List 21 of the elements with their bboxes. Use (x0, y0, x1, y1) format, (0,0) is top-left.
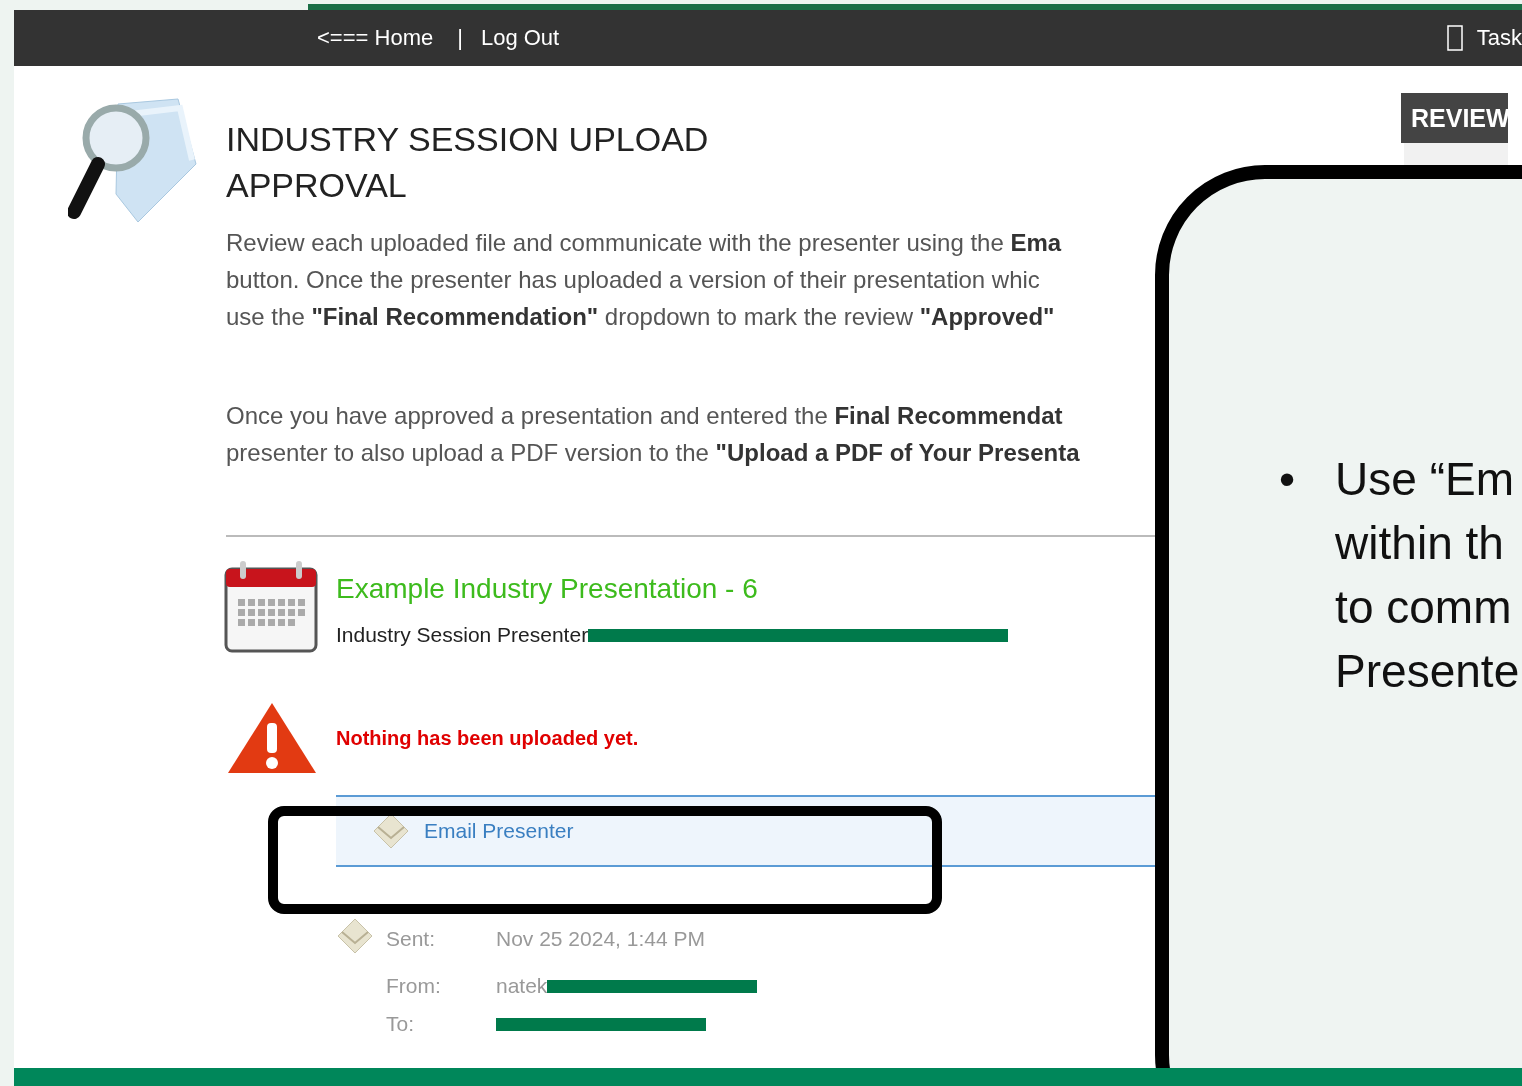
log-label: Sent: (386, 926, 437, 951)
status-message: Nothing has been uploaded yet. (336, 727, 639, 750)
bullet: • (1279, 452, 1296, 507)
instruction-paragraph: Review each uploaded file and communicate with the presenter using the Ema button. Once the presenter has uploaded a version of their presentation whic use the "Final Recommendation" dropdown to mark the review "Approved" (226, 228, 1063, 332)
callout-text: Use “Em within th to comm Presente (1335, 452, 1520, 699)
review-tab[interactable]: REVIEW (1401, 93, 1508, 143)
instruction-paragraph: Once you have approved a presentation and entered the Final Recommendat presenter to also upload a PDF version to the "Upload a PDF of Your Presenta (226, 401, 1081, 468)
log-value: Nov 25 2024, 1:44 PM (496, 926, 705, 951)
log-label: To: (386, 1012, 415, 1036)
log-label: From: (386, 974, 442, 998)
page-title: INDUSTRY SESSION UPLOAD APPROVAL (226, 119, 710, 206)
warning-icon (226, 701, 318, 775)
nav-separator: | (457, 25, 463, 51)
checkbox-icon[interactable] (1446, 25, 1463, 51)
task-link[interactable]: Task (1476, 25, 1522, 51)
home-link[interactable]: <=== Home (317, 25, 434, 51)
calendar-icon (224, 561, 318, 655)
presenter-label: Industry Session Presenter (336, 623, 589, 647)
logout-link[interactable]: Log Out (480, 25, 560, 51)
log-value: natek (496, 974, 548, 998)
envelope-icon (336, 917, 374, 955)
